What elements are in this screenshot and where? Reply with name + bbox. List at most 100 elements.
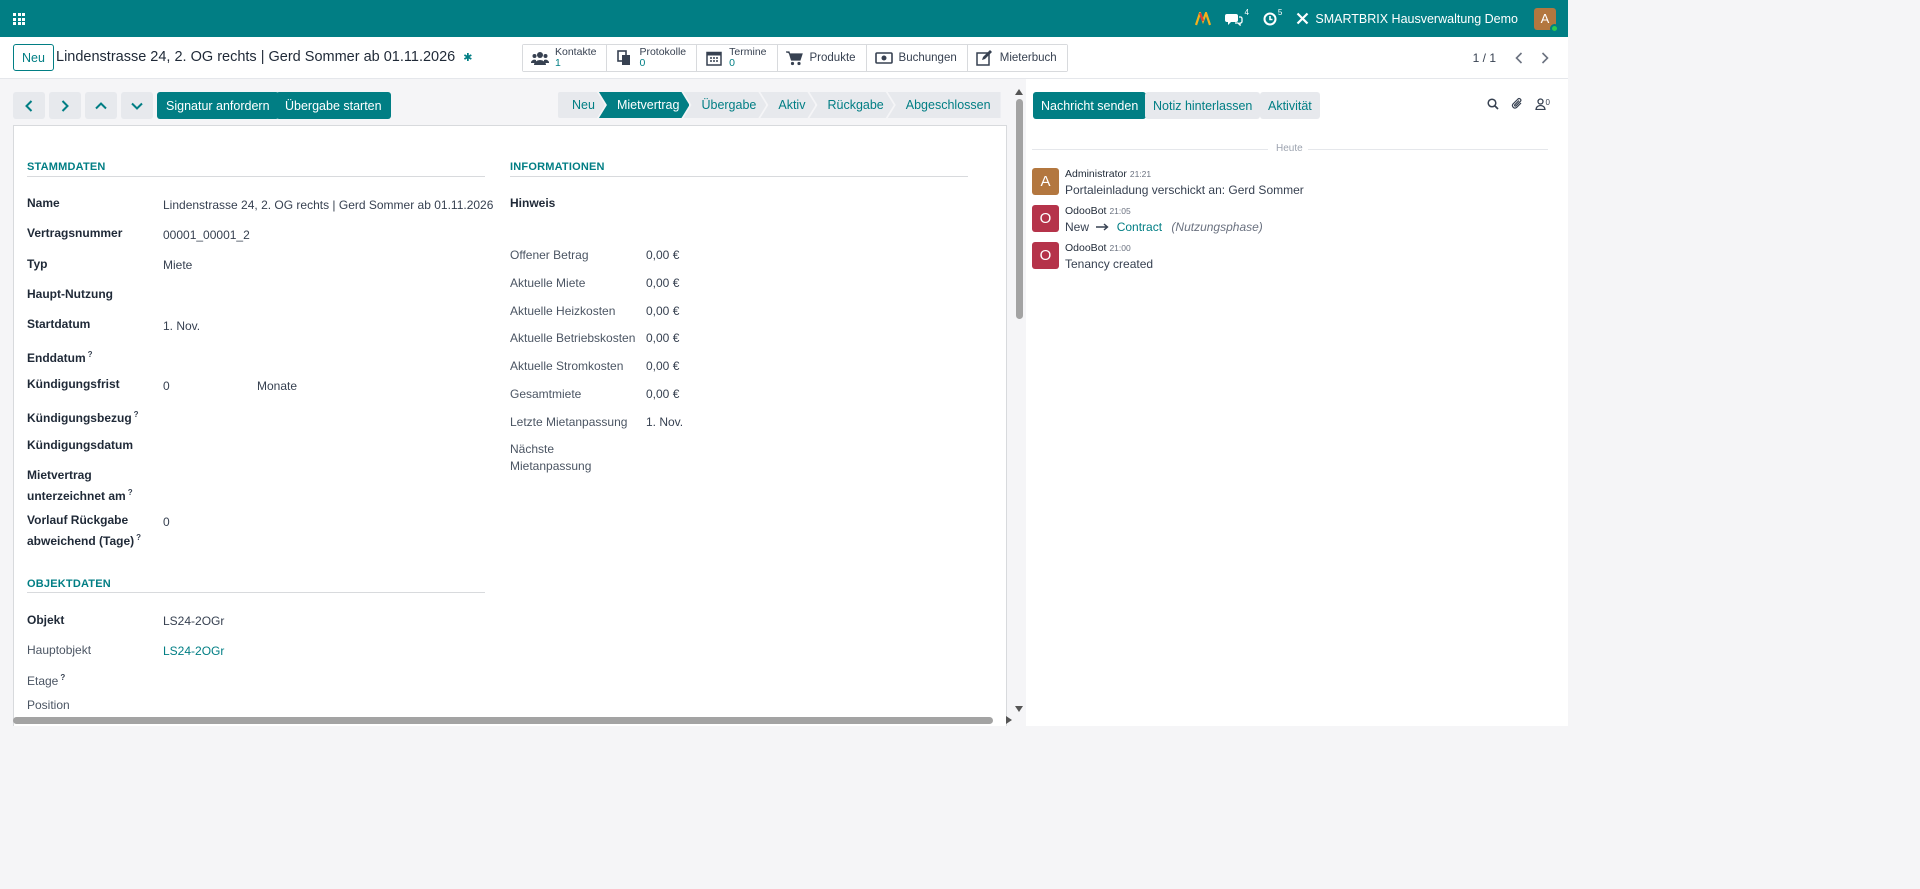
form-horizontal-scrollbar[interactable] [0,714,1014,726]
stage-completed[interactable]: Abgeschlossen [887,92,1001,118]
request-signature-button[interactable]: Signatur anfordern [157,92,279,119]
field-label-last-rent-adjustment: Letzte Mietanpassung [510,415,628,429]
scroll-thumb[interactable] [1016,99,1023,319]
field-label-name: Name [27,196,60,210]
field-value-current-rent: 0,00 € [646,276,680,290]
field-value-type[interactable]: Miete [163,258,192,272]
field-value-last-rent-adjustment: 1. Nov. [646,415,684,429]
move-up-button[interactable] [85,92,117,119]
section-title-object-data: OBJEKTDATEN [27,578,111,590]
field-value-notice-period[interactable]: 0 [163,379,170,393]
field-value-end-date[interactable] [163,346,463,363]
user-avatar[interactable]: A [1534,7,1559,33]
field-value-object[interactable]: LS24-2OGr [163,614,224,628]
stage-lease-contract[interactable]: Mietvertrag [599,92,690,118]
author-name[interactable]: OdooBot [1065,205,1106,217]
field-value-notice-reference[interactable] [163,406,463,423]
calendar-icon [705,50,723,66]
main-object-link[interactable]: LS24-2OGr [163,644,224,658]
avatar[interactable]: O [1032,242,1059,269]
stage-handover[interactable]: Übergabe [683,92,766,118]
pager-previous-button[interactable] [1508,49,1530,67]
pager-next-button[interactable] [1534,49,1556,67]
smart-button-contacts[interactable]: Kontakte 1 [523,45,608,71]
chevron-right-icon [61,99,69,112]
field-value-contract-signed[interactable] [163,476,463,493]
smart-button-products[interactable]: Produkte [777,45,867,71]
avatar[interactable]: O [1032,205,1059,232]
move-down-button[interactable] [121,92,153,119]
help-tooltip-icon[interactable]: ? [128,488,133,497]
chevron-down-icon [131,102,143,110]
gear-icon[interactable]: ✱ [463,52,472,64]
activity-button[interactable]: Aktivität [1260,92,1320,119]
field-value-notice-date[interactable] [163,437,463,454]
avatar-initial: O [1039,247,1052,264]
section-divider [27,592,485,593]
field-value-start-date[interactable]: 1. Nov. [163,319,200,333]
avatar-initial: O [1039,210,1052,227]
followers-button[interactable]: 0 [1534,98,1550,110]
smart-button-label: Buchungen [898,52,957,64]
scroll-up-arrow-icon[interactable] [1015,89,1023,95]
messaging-button[interactable]: 4 [1225,8,1249,26]
smart-button-bookings[interactable]: Buchungen [866,45,968,71]
stage-return[interactable]: Rückgabe [809,92,893,118]
field-value-current-heating: 0,00 € [646,304,680,318]
company-switcher[interactable]: SMARTBRIX Hausverwaltung Demo [1296,12,1518,26]
previous-record-button[interactable] [13,92,45,119]
scroll-right-arrow-icon[interactable] [1006,716,1012,724]
log-note-button[interactable]: Notiz hinterlassen [1145,92,1261,119]
search-icon[interactable] [1486,97,1499,110]
help-tooltip-icon[interactable]: ? [88,350,93,359]
field-value-hint[interactable] [646,195,966,229]
user-initial: A [1540,11,1550,26]
author-name[interactable]: OdooBot [1065,242,1106,254]
chat-bubbles-icon [1225,13,1244,26]
field-label-notice-date: Kündigungsdatum [27,438,133,452]
help-tooltip-icon[interactable]: ? [134,410,139,419]
scroll-thumb[interactable] [13,717,993,724]
field-value-return-lead-time[interactable]: 0 [163,515,170,529]
field-value-notice-unit[interactable]: Monate [257,379,297,393]
field-label-start-date: Startdatum [27,317,91,331]
smart-button-tenant-book[interactable]: Mieterbuch [967,45,1067,71]
section-title-master-data: STAMMDATEN [27,161,106,173]
scroll-down-arrow-icon[interactable] [1015,706,1023,712]
separator-line [1308,149,1548,150]
send-message-button[interactable]: Nachricht senden [1033,92,1147,119]
next-record-button[interactable] [49,92,81,119]
help-tooltip-icon[interactable]: ? [60,673,65,682]
apps-menu-icon[interactable] [13,13,25,25]
field-value-contract-number[interactable]: 00001_00001_2 [163,228,250,242]
field-label-notice-period: Kündigungsfrist [27,377,120,391]
smart-button-protocols[interactable]: Protokolle 0 [607,45,698,71]
chevron-up-icon [95,101,107,109]
activities-button[interactable]: 5 [1263,8,1282,26]
help-tooltip-icon[interactable]: ? [136,533,141,542]
field-label-object: Objekt [27,613,65,627]
document-copy-icon [615,50,633,66]
message-author: OdooBot 21:00 [1065,242,1131,254]
chat-count-badge: 4 [1244,8,1249,17]
top-navbar: 4 5 SMARTBRIX Hausverwaltung Demo A [0,0,1568,37]
new-record-button[interactable]: Neu [13,44,54,71]
field-value-main-usage[interactable] [163,286,463,303]
brand-logo-icon[interactable] [1195,11,1212,26]
smart-button-appointments[interactable]: Termine 0 [697,45,778,71]
field-label-type: Typ [27,257,48,271]
label-text: Kündigungsbezug [27,411,132,425]
avatar[interactable]: A [1032,168,1059,195]
field-value-current-operating-costs: 0,00 € [646,331,680,345]
author-name[interactable]: Administrator [1065,168,1127,180]
field-value-name[interactable]: Lindenstrasse 24, 2. OG rechts | Gerd So… [163,198,493,212]
field-label-return-lead-time: Vorlauf Rückgabe abweichend (Tage)? [27,512,141,550]
form-vertical-scrollbar[interactable] [1014,87,1026,714]
edit-icon [976,50,994,66]
paperclip-icon[interactable] [1511,97,1523,110]
start-handover-button[interactable]: Übergabe starten [276,92,391,119]
users-icon [531,50,549,66]
pager-value[interactable]: 1 / 1 [1473,51,1496,65]
stage-new[interactable]: Neu [558,92,605,118]
stage-active[interactable]: Aktiv [760,92,815,118]
